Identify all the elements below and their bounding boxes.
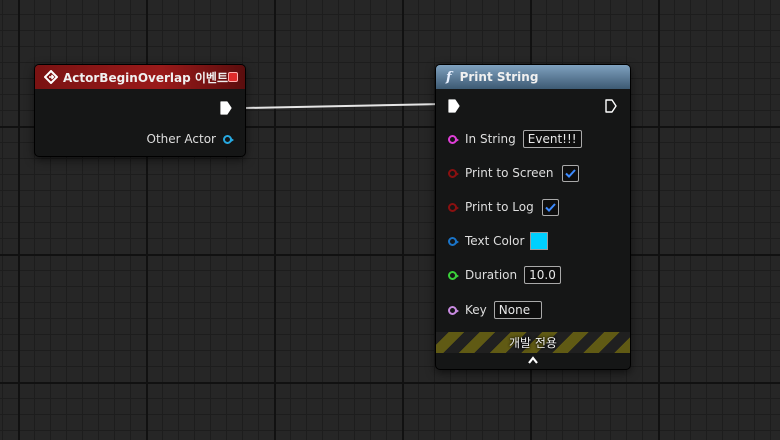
development-only-label: 개발 전용	[509, 336, 557, 350]
print-to-screen-pin[interactable]: Print to Screen	[448, 163, 579, 183]
other-actor-label: Other Actor	[146, 132, 216, 146]
duration-pin[interactable]: Duration 10.0	[448, 265, 561, 285]
print-string-node[interactable]: f Print String In String Event!!! Print …	[436, 65, 630, 369]
print-to-log-label: Print to Log	[465, 200, 534, 214]
event-node-header[interactable]: ActorBeginOverlap 이벤트	[35, 65, 245, 89]
checkmark-icon	[564, 168, 576, 178]
text-color-label: Text Color	[465, 234, 525, 248]
text-color-pin[interactable]: Text Color	[448, 231, 549, 251]
print-to-screen-checkbox[interactable]	[561, 164, 579, 182]
print-node-header[interactable]: f Print String	[436, 65, 630, 89]
print-to-screen-label: Print to Screen	[465, 166, 554, 180]
key-pin[interactable]: Key None	[448, 300, 542, 320]
event-diamond-icon	[44, 70, 58, 84]
key-label: Key	[465, 303, 487, 317]
other-actor-pin[interactable]: Other Actor	[147, 129, 235, 149]
in-string-input[interactable]: Event!!!	[522, 130, 582, 148]
text-color-swatch[interactable]	[530, 232, 549, 250]
name-pin-icon[interactable]	[448, 305, 459, 315]
exec-in-pin-icon[interactable]	[448, 99, 460, 113]
exec-out-pin-icon[interactable]	[605, 99, 617, 113]
print-to-log-checkbox[interactable]	[541, 198, 559, 216]
delegate-pin-icon[interactable]	[228, 72, 238, 82]
exec-out-pin-icon[interactable]	[220, 101, 232, 115]
struct-pin-icon[interactable]	[448, 236, 459, 246]
bool-pin-icon[interactable]	[448, 168, 459, 178]
in-string-label: In String	[465, 132, 516, 146]
bool-pin-icon[interactable]	[448, 202, 459, 212]
print-node-title: Print String	[459, 70, 539, 84]
string-pin-icon[interactable]	[448, 134, 459, 144]
print-to-log-pin[interactable]: Print to Log	[448, 197, 559, 217]
chevron-up-icon[interactable]	[527, 355, 539, 365]
development-only-banner: 개발 전용	[436, 332, 630, 353]
duration-input[interactable]: 10.0	[524, 266, 561, 284]
object-pin-icon[interactable]	[223, 134, 234, 144]
key-input[interactable]: None	[493, 301, 542, 319]
function-icon: f	[446, 69, 452, 85]
checkmark-icon	[545, 202, 556, 212]
actor-begin-overlap-node[interactable]: ActorBeginOverlap 이벤트 Other Actor	[35, 65, 245, 156]
float-pin-icon[interactable]	[448, 270, 459, 280]
in-string-pin[interactable]: In String Event!!!	[448, 129, 582, 149]
event-node-title: ActorBeginOverlap 이벤트	[63, 70, 229, 85]
duration-label: Duration	[465, 268, 518, 282]
